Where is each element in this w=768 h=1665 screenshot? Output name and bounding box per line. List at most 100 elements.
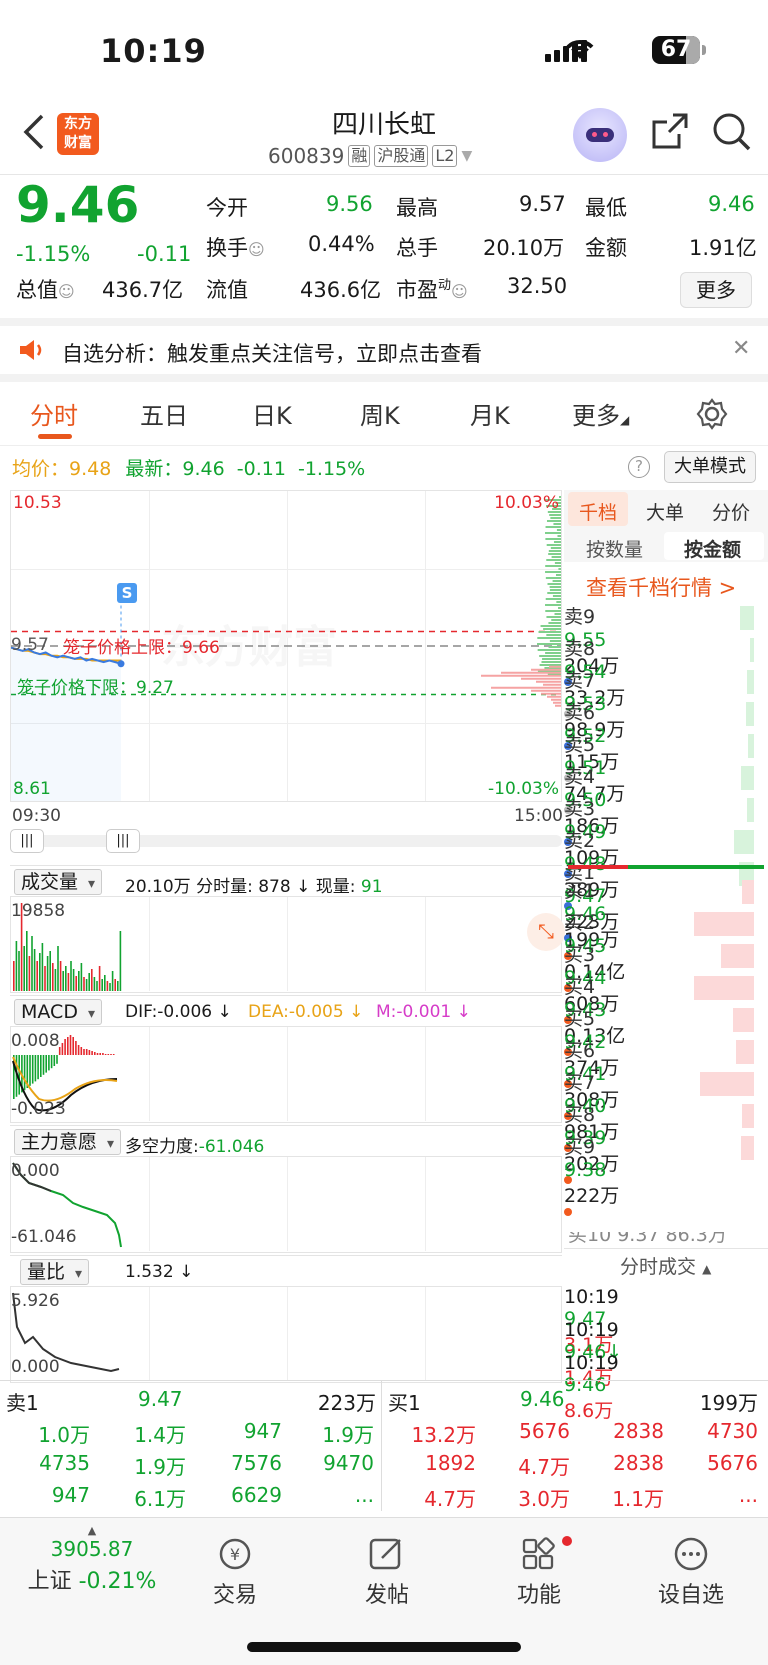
ask-bar bbox=[747, 798, 754, 822]
trade-bid-cell: 1892 bbox=[425, 1451, 476, 1475]
nav-post[interactable]: 发帖 bbox=[352, 1524, 422, 1609]
last-price-dot bbox=[117, 660, 125, 668]
turnover-value: 0.44% bbox=[308, 232, 375, 256]
ask-row-9: 卖9 9.55 204万 bbox=[564, 602, 768, 686]
grid-icon bbox=[522, 1537, 555, 1570]
trade-ask-cell: ... bbox=[354, 1483, 374, 1507]
turnover-label: 换手☺ bbox=[206, 236, 265, 260]
tab-depth[interactable]: 千档 bbox=[579, 498, 617, 525]
scroll-handle-right[interactable]: ||| bbox=[106, 829, 140, 853]
volume-bar bbox=[28, 956, 31, 991]
ask-bar bbox=[740, 606, 754, 630]
volume-header: 成交量 20.10万 分时量: 878 ↓ 现量: 91 bbox=[10, 865, 562, 897]
tag-l2: L2 bbox=[432, 145, 458, 167]
nav-add-watchlist[interactable]: 设自选 bbox=[656, 1524, 726, 1609]
volratio-indicator-select[interactable]: 量比 bbox=[20, 1259, 90, 1285]
macd-hist-bar bbox=[23, 1055, 26, 1091]
bid-label: 买9 bbox=[564, 1136, 596, 1158]
tab-bigorder[interactable]: 大单 bbox=[646, 498, 684, 525]
depth-bar bbox=[545, 565, 561, 567]
notice-text: 自选分析：触发重点关注信号，立即点击查看 bbox=[62, 342, 482, 366]
scroll-handle-left[interactable]: ||| bbox=[10, 829, 44, 853]
trade-bid-cell: 4.7万 bbox=[518, 1455, 570, 1479]
depth-bar bbox=[547, 695, 561, 698]
depth-bar bbox=[555, 574, 561, 576]
bid-row-8: 买8 9.39 202万 bbox=[564, 1100, 768, 1184]
macd-hist-bar bbox=[77, 1045, 80, 1055]
volume-bar bbox=[26, 931, 28, 991]
subtab-by-volume[interactable]: 按数量 bbox=[586, 535, 643, 562]
depth-bar bbox=[521, 677, 561, 680]
macd-hist-bar bbox=[102, 1053, 104, 1055]
macd-hist-bar bbox=[18, 1055, 20, 1095]
float-label: 流值 bbox=[206, 278, 248, 302]
ask-row-2: 卖2 9.48 289万 bbox=[564, 826, 768, 910]
subtab-by-amount[interactable]: 按金额 bbox=[684, 535, 741, 562]
low-value: 9.46 bbox=[708, 192, 755, 216]
volume-bar bbox=[65, 966, 67, 991]
battery-icon: 67 bbox=[652, 36, 700, 64]
trade-bid-cell: 3.0万 bbox=[518, 1487, 570, 1511]
volume-bar bbox=[78, 971, 80, 991]
trade-bid-price: 9.46 bbox=[520, 1387, 565, 1411]
notice-bar[interactable]: 自选分析：触发重点关注信号，立即点击查看 ✕ bbox=[0, 326, 768, 374]
depth-bar bbox=[546, 634, 561, 636]
tab-monthly[interactable]: 月K bbox=[470, 396, 510, 431]
macd-dea: DEA:-0.005 ↓ bbox=[248, 1002, 364, 1022]
mainforce-header: 主力意愿 多空力度:-61.046 bbox=[10, 1125, 562, 1157]
tab-weekly[interactable]: 周K bbox=[360, 396, 400, 431]
tab-more[interactable]: 更多◢ bbox=[572, 396, 629, 431]
float-value: 436.6亿 bbox=[300, 278, 382, 302]
macd-hist-bar bbox=[107, 1054, 110, 1055]
tab-daily[interactable]: 日K bbox=[252, 396, 292, 431]
settings-icon[interactable] bbox=[696, 398, 728, 430]
open-value: 9.56 bbox=[326, 192, 373, 216]
index-ticker[interactable]: ▲ 3905.87 上证 -0.21% bbox=[22, 1524, 162, 1595]
tab-5day[interactable]: 五日 bbox=[140, 396, 188, 431]
tag-connect: 沪股通 bbox=[374, 145, 429, 167]
ref-price-label: 9.57 bbox=[11, 635, 49, 655]
expand-icon[interactable]: ⤡ bbox=[527, 913, 565, 951]
ticks-title[interactable]: 分时成交 ▲ bbox=[620, 1252, 711, 1279]
macd-m: M:-0.001 ↓ bbox=[376, 1002, 471, 1022]
search-icon[interactable] bbox=[712, 112, 752, 152]
signal-marker[interactable]: S bbox=[117, 583, 137, 603]
volume-bar bbox=[67, 973, 70, 991]
mainforce-indicator-select[interactable]: 主力意愿 bbox=[14, 1129, 122, 1155]
volume-bar bbox=[52, 963, 54, 991]
bid-dot-icon bbox=[564, 1208, 572, 1216]
depth-bar bbox=[501, 671, 561, 674]
tab-price-dist[interactable]: 分价 bbox=[712, 498, 750, 525]
depth-bar bbox=[557, 535, 561, 537]
volume-bar bbox=[93, 977, 96, 991]
volratio-panel: 5.926 0.000 bbox=[10, 1287, 562, 1383]
depth-bar bbox=[551, 556, 561, 558]
depth-bar bbox=[552, 595, 561, 597]
big-order-mode-button[interactable]: 大单模式 bbox=[664, 451, 756, 483]
depth-link[interactable]: 查看千档行情 > bbox=[586, 572, 736, 602]
trade-bid-cell: ... bbox=[738, 1483, 758, 1507]
close-icon[interactable]: ✕ bbox=[732, 336, 750, 361]
time-scrollbar[interactable]: ||| ||| bbox=[10, 829, 562, 853]
volume-indicator-select[interactable]: 成交量 bbox=[14, 869, 103, 895]
macd-indicator-select[interactable]: MACD bbox=[14, 999, 102, 1025]
nav-trade[interactable]: ¥ 交易 bbox=[200, 1524, 270, 1609]
stock-code: 600839 bbox=[268, 144, 345, 168]
volume-bar bbox=[91, 969, 93, 991]
more-button[interactable]: 更多 bbox=[680, 272, 752, 308]
tab-intraday[interactable]: 分时 bbox=[30, 396, 78, 431]
macd-panel: 0.008 -0.023 bbox=[10, 1027, 562, 1123]
volume-bar bbox=[119, 931, 122, 991]
nav-functions[interactable]: 功能 bbox=[504, 1524, 574, 1609]
intraday-chart[interactable]: 东方财富 10.53 10.03% 8.61 -10.03% 9.57 笼子价格… bbox=[10, 490, 562, 802]
robot-avatar-icon[interactable] bbox=[573, 108, 627, 162]
share-icon[interactable] bbox=[651, 112, 689, 150]
macd-hist-bar bbox=[61, 1043, 64, 1055]
pe-label: 市盈动☺ bbox=[396, 278, 468, 302]
help-icon[interactable]: ? bbox=[628, 456, 650, 478]
lower-limit-label: 笼子价格下限：9.27 bbox=[17, 678, 174, 698]
depth-bar bbox=[537, 643, 561, 645]
depth-bar bbox=[545, 577, 561, 579]
y-max-label: 10.53 bbox=[13, 493, 62, 513]
ask-bar bbox=[750, 638, 754, 662]
